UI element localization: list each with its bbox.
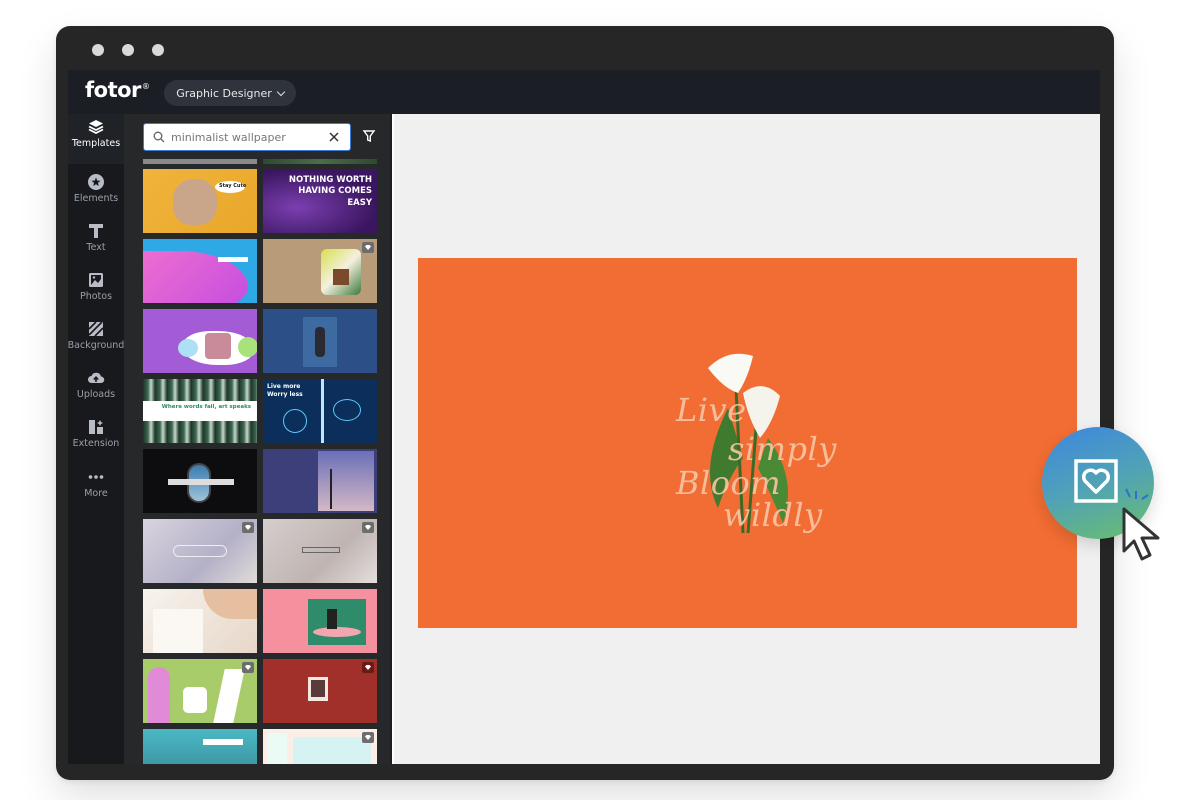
favorite-frame-icon	[1074, 459, 1118, 503]
window-dot-close[interactable]	[92, 44, 104, 56]
search-box	[143, 123, 351, 151]
puzzle-icon	[89, 420, 103, 434]
design-canvas[interactable]: Live simply Bloom wildly	[418, 258, 1077, 628]
mode-label: Graphic Designer	[176, 86, 272, 100]
sidebar-item-background[interactable]: Background	[68, 316, 124, 362]
premium-badge-icon	[242, 662, 254, 673]
stripes-icon	[88, 321, 104, 337]
window-dot-maximize[interactable]	[152, 44, 164, 56]
filter-icon[interactable]	[362, 129, 376, 143]
template-thumb-partial[interactable]	[143, 159, 257, 164]
sidebar-item-extension[interactable]: Extension	[68, 414, 124, 460]
image-icon	[89, 273, 103, 287]
template-thumb[interactable]	[143, 729, 257, 764]
template-thumb[interactable]	[263, 309, 377, 373]
template-thumb[interactable]	[143, 449, 257, 513]
sidebar-item-text[interactable]: Text	[68, 218, 124, 264]
clear-search-icon[interactable]	[327, 130, 341, 144]
quote-line: simply	[728, 430, 837, 468]
canvas-area[interactable]: Live simply Bloom wildly	[392, 114, 1100, 764]
template-thumb-partial[interactable]	[263, 159, 377, 164]
search-input[interactable]	[171, 130, 321, 144]
sidebar-item-uploads[interactable]: Uploads	[68, 365, 124, 411]
template-thumb[interactable]	[143, 519, 257, 583]
window-dot-minimize[interactable]	[122, 44, 134, 56]
quote-line: wildly	[723, 496, 823, 534]
mode-selector-button[interactable]: Graphic Designer	[164, 80, 296, 106]
fotor-logo[interactable]: fotor®	[85, 78, 150, 102]
template-thumb[interactable]	[263, 519, 377, 583]
template-thumb[interactable]	[143, 239, 257, 303]
premium-badge-icon	[362, 242, 374, 253]
mouse-pointer-icon	[1122, 507, 1160, 561]
premium-badge-icon	[242, 522, 254, 533]
template-thumb[interactable]	[263, 589, 377, 653]
top-bar: fotor® Graphic Designer	[68, 70, 1100, 114]
text-t-icon	[89, 224, 103, 238]
template-thumb[interactable]: Stay Cute	[143, 169, 257, 233]
more-dots-icon	[88, 475, 104, 479]
sidebar-item-photos[interactable]: Photos	[68, 267, 124, 313]
sidebar-item-templates[interactable]: Templates	[68, 114, 124, 164]
layers-icon	[88, 120, 104, 135]
template-thumb[interactable]: Live more Worry less	[263, 379, 377, 443]
template-thumb[interactable]: NOTHING WORTH HAVING COMES EASY	[263, 169, 377, 233]
template-thumb[interactable]	[263, 729, 377, 764]
sidebar-item-elements[interactable]: Elements	[68, 169, 124, 215]
premium-badge-icon	[362, 522, 374, 533]
template-thumb[interactable]: Where words fail, art speaks	[143, 379, 257, 443]
chevron-down-icon	[276, 87, 286, 96]
star-circle-icon	[88, 174, 104, 190]
template-thumb[interactable]	[263, 659, 377, 723]
template-thumb[interactable]	[143, 309, 257, 373]
cloud-upload-icon	[88, 372, 105, 383]
quote-line: Live	[676, 391, 747, 429]
template-thumb[interactable]	[143, 659, 257, 723]
premium-badge-icon	[362, 662, 374, 673]
premium-badge-icon	[362, 732, 374, 743]
search-icon	[153, 131, 165, 143]
template-thumb[interactable]	[263, 239, 377, 303]
templates-panel: Stay Cute NOTHING WORTH HAVING COMES EAS…	[124, 114, 390, 764]
template-thumb[interactable]	[263, 449, 377, 513]
template-grid[interactable]: Stay Cute NOTHING WORTH HAVING COMES EAS…	[143, 159, 377, 764]
browser-frame: fotor® Graphic Designer Templates Elemen…	[56, 26, 1114, 780]
sidebar-item-more[interactable]: More	[68, 464, 124, 510]
sidebar-rail: Templates Elements Text Photos Backgroun…	[68, 114, 124, 764]
template-thumb[interactable]	[143, 589, 257, 653]
fotor-app: fotor® Graphic Designer Templates Elemen…	[68, 70, 1100, 764]
